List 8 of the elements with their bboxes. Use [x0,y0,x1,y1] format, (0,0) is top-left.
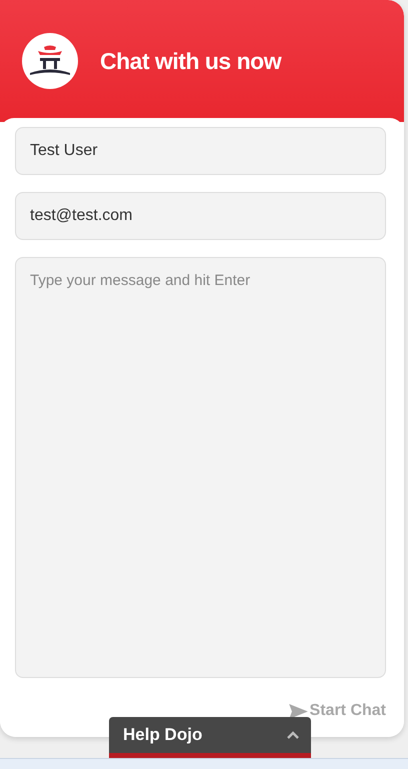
message-field[interactable]: Type your message and hit Enter [15,257,386,678]
help-widget-tab[interactable]: Help Dojo [109,717,311,758]
input-field[interactable]: test@test.com [15,192,386,240]
help-widget-label: Help Dojo [123,725,202,745]
chevron-icon [287,731,299,739]
pagoda-gate-logo-icon [22,33,78,89]
chat-title: Chat with us now [100,48,282,74]
input-field[interactable]: Test User [15,127,386,175]
